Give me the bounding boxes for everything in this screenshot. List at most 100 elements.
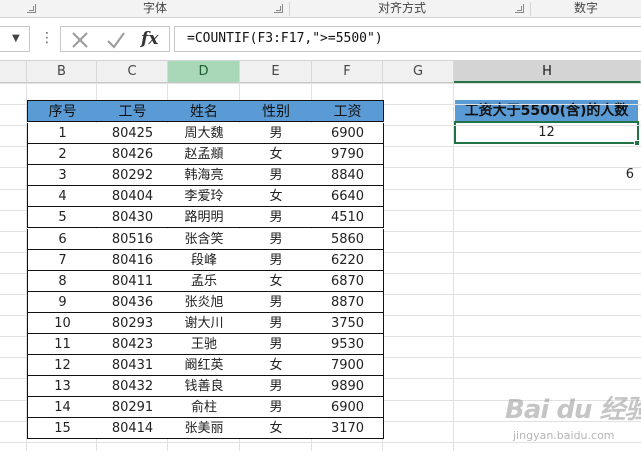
- column-header-b[interactable]: B: [27, 61, 97, 83]
- table-cell-seq[interactable]: 1: [27, 123, 98, 145]
- table-cell-gender[interactable]: 男: [240, 312, 313, 334]
- table-cell-name[interactable]: 谢大川: [168, 312, 241, 334]
- table-header-salary[interactable]: 工资: [312, 100, 384, 122]
- table-cell-id[interactable]: 80516: [97, 228, 169, 250]
- table-cell-name[interactable]: 张炎旭: [168, 291, 241, 313]
- table-cell-id[interactable]: 80291: [97, 397, 169, 419]
- table-cell-gender[interactable]: 女: [240, 186, 313, 208]
- column-header-d[interactable]: D: [168, 61, 240, 83]
- table-header-gender[interactable]: 性别: [240, 100, 313, 122]
- table-cell-id[interactable]: 80436: [97, 291, 169, 313]
- table-cell-id[interactable]: 80292: [97, 165, 169, 187]
- table-cell-seq[interactable]: 10: [27, 312, 98, 334]
- table-cell-id[interactable]: 80425: [97, 123, 169, 145]
- table-cell-seq[interactable]: 9: [27, 291, 98, 313]
- table-cell-name[interactable]: 俞柱: [168, 397, 241, 419]
- table-cell-name[interactable]: 阚红英: [168, 355, 241, 377]
- cancel-icon[interactable]: [69, 29, 91, 51]
- table-cell-name[interactable]: 赵孟頫: [168, 144, 241, 166]
- table-cell-name[interactable]: 韩海亮: [168, 165, 241, 187]
- baidu-jingyan-watermark: Bai du 经验 jingyan.baidu.com: [505, 383, 641, 449]
- table-cell-seq[interactable]: 2: [27, 144, 98, 166]
- table-cell-name[interactable]: 钱善良: [168, 376, 241, 398]
- table-cell-gender[interactable]: 男: [240, 291, 313, 313]
- table-cell-id[interactable]: 80416: [97, 249, 169, 271]
- table-cell-salary[interactable]: 6900: [312, 397, 384, 419]
- table-cell-gender[interactable]: 男: [240, 165, 313, 187]
- table-cell-seq[interactable]: 14: [27, 397, 98, 419]
- table-cell-gender[interactable]: 男: [240, 207, 313, 229]
- table-cell-salary[interactable]: 8840: [312, 165, 384, 187]
- table-cell-gender[interactable]: 男: [240, 249, 313, 271]
- table-cell-name[interactable]: 周大魏: [168, 123, 241, 145]
- column-header-h[interactable]: H: [454, 61, 641, 83]
- table-cell-gender[interactable]: 女: [240, 270, 313, 292]
- table-cell-id[interactable]: 80431: [97, 355, 169, 377]
- font-dialog-launcher-icon[interactable]: [274, 4, 283, 13]
- table-cell-gender[interactable]: 女: [240, 418, 313, 440]
- table-cell-salary[interactable]: 9530: [312, 334, 384, 356]
- column-header-c[interactable]: C: [97, 61, 168, 83]
- table-cell-gender[interactable]: 男: [240, 228, 313, 250]
- table-cell-seq[interactable]: 3: [27, 165, 98, 187]
- column-header-a-stub[interactable]: [0, 61, 27, 83]
- table-cell-salary[interactable]: 4510: [312, 207, 384, 229]
- alignment-group-label: 对齐方式: [377, 1, 426, 15]
- font-group-launcher-icon[interactable]: [27, 4, 36, 13]
- table-cell-name[interactable]: 路明明: [168, 207, 241, 229]
- table-header-name[interactable]: 姓名: [168, 100, 241, 122]
- formula-input[interactable]: =COUNTIF(F3:F17,">=5500"): [174, 26, 641, 52]
- table-cell-salary[interactable]: 9790: [312, 144, 384, 166]
- table-cell-seq[interactable]: 12: [27, 355, 98, 377]
- table-cell-salary[interactable]: 8870: [312, 291, 384, 313]
- more-options-icon[interactable]: ⋮: [40, 26, 54, 52]
- table-cell-seq[interactable]: 11: [27, 334, 98, 356]
- table-cell-gender[interactable]: 男: [240, 334, 313, 356]
- table-cell-salary[interactable]: 3750: [312, 312, 384, 334]
- table-cell-seq[interactable]: 13: [27, 376, 98, 398]
- table-cell-gender[interactable]: 男: [240, 376, 313, 398]
- insert-function-icon[interactable]: fx: [141, 27, 167, 51]
- name-box-dropdown[interactable]: ▼: [0, 26, 30, 52]
- table-cell-salary[interactable]: 5860: [312, 228, 384, 250]
- table-header-id[interactable]: 工号: [97, 100, 169, 122]
- table-cell-seq[interactable]: 8: [27, 270, 98, 292]
- table-cell-seq[interactable]: 4: [27, 186, 98, 208]
- table-cell-seq[interactable]: 6: [27, 228, 98, 250]
- column-header-f[interactable]: F: [312, 61, 383, 83]
- table-cell-gender[interactable]: 女: [240, 144, 313, 166]
- table-cell-salary[interactable]: 6640: [312, 186, 384, 208]
- table-cell-id[interactable]: 80404: [97, 186, 169, 208]
- table-cell-name[interactable]: 张美丽: [168, 418, 241, 440]
- table-cell-salary[interactable]: 3170: [312, 418, 384, 440]
- table-cell-name[interactable]: 张含笑: [168, 228, 241, 250]
- table-cell-id[interactable]: 80432: [97, 376, 169, 398]
- column-header-e[interactable]: E: [240, 61, 312, 83]
- table-cell-salary[interactable]: 6900: [312, 123, 384, 145]
- table-cell-salary[interactable]: 6870: [312, 270, 384, 292]
- table-cell-gender[interactable]: 男: [240, 123, 313, 145]
- table-cell-id[interactable]: 80293: [97, 312, 169, 334]
- table-cell-id[interactable]: 80411: [97, 270, 169, 292]
- table-cell-seq[interactable]: 7: [27, 249, 98, 271]
- table-cell-id[interactable]: 80430: [97, 207, 169, 229]
- table-cell-salary[interactable]: 7900: [312, 355, 384, 377]
- table-cell-name[interactable]: 李爱玲: [168, 186, 241, 208]
- table-cell-name[interactable]: 段峰: [168, 249, 241, 271]
- table-cell-gender[interactable]: 女: [240, 355, 313, 377]
- table-cell-salary[interactable]: 9890: [312, 376, 384, 398]
- table-cell-seq[interactable]: 5: [27, 207, 98, 229]
- table-header-seq[interactable]: 序号: [27, 100, 98, 122]
- table-cell-name[interactable]: 王驰: [168, 334, 241, 356]
- watermark-url: jingyan.baidu.com: [513, 429, 615, 442]
- table-cell-gender[interactable]: 男: [240, 397, 313, 419]
- table-cell-salary[interactable]: 6220: [312, 249, 384, 271]
- enter-check-icon[interactable]: [105, 29, 127, 51]
- alignment-dialog-launcher-icon[interactable]: [515, 4, 524, 13]
- table-cell-id[interactable]: 80414: [97, 418, 169, 440]
- column-header-g[interactable]: G: [383, 61, 454, 83]
- table-cell-name[interactable]: 孟乐: [168, 270, 241, 292]
- table-cell-id[interactable]: 80426: [97, 144, 169, 166]
- table-cell-seq[interactable]: 15: [27, 418, 98, 440]
- table-cell-id[interactable]: 80423: [97, 334, 169, 356]
